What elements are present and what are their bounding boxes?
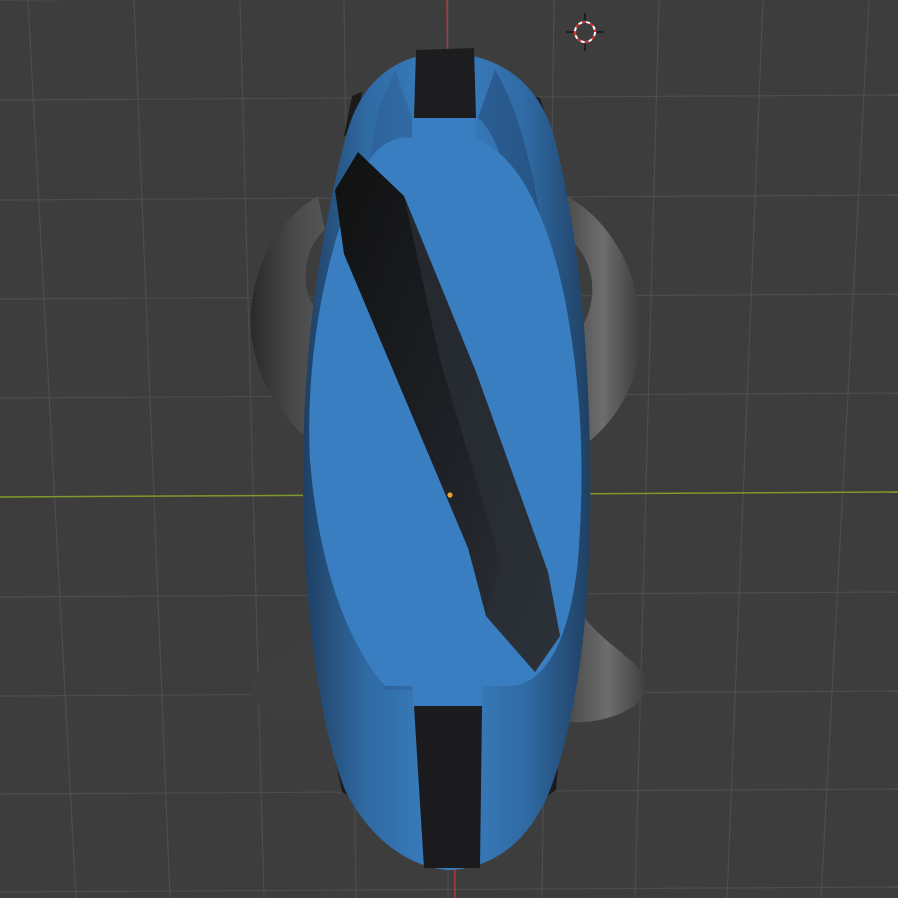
3d-cursor-icon[interactable] [566, 13, 604, 51]
grid-line [820, 0, 870, 898]
tire-bottom [414, 706, 482, 868]
grid-line [239, 0, 265, 898]
grid-line [133, 0, 171, 898]
3d-viewport[interactable] [0, 0, 898, 898]
viewport-canvas[interactable] [0, 0, 898, 898]
grid-line [726, 0, 764, 898]
grid-line [0, 886, 898, 893]
grid-line [27, 0, 77, 898]
object-origin-icon[interactable] [447, 492, 453, 498]
unicycle-mesh[interactable] [250, 48, 648, 870]
left-lower-peg [250, 640, 320, 721]
tire-top [414, 48, 476, 118]
grid-line [634, 0, 660, 898]
